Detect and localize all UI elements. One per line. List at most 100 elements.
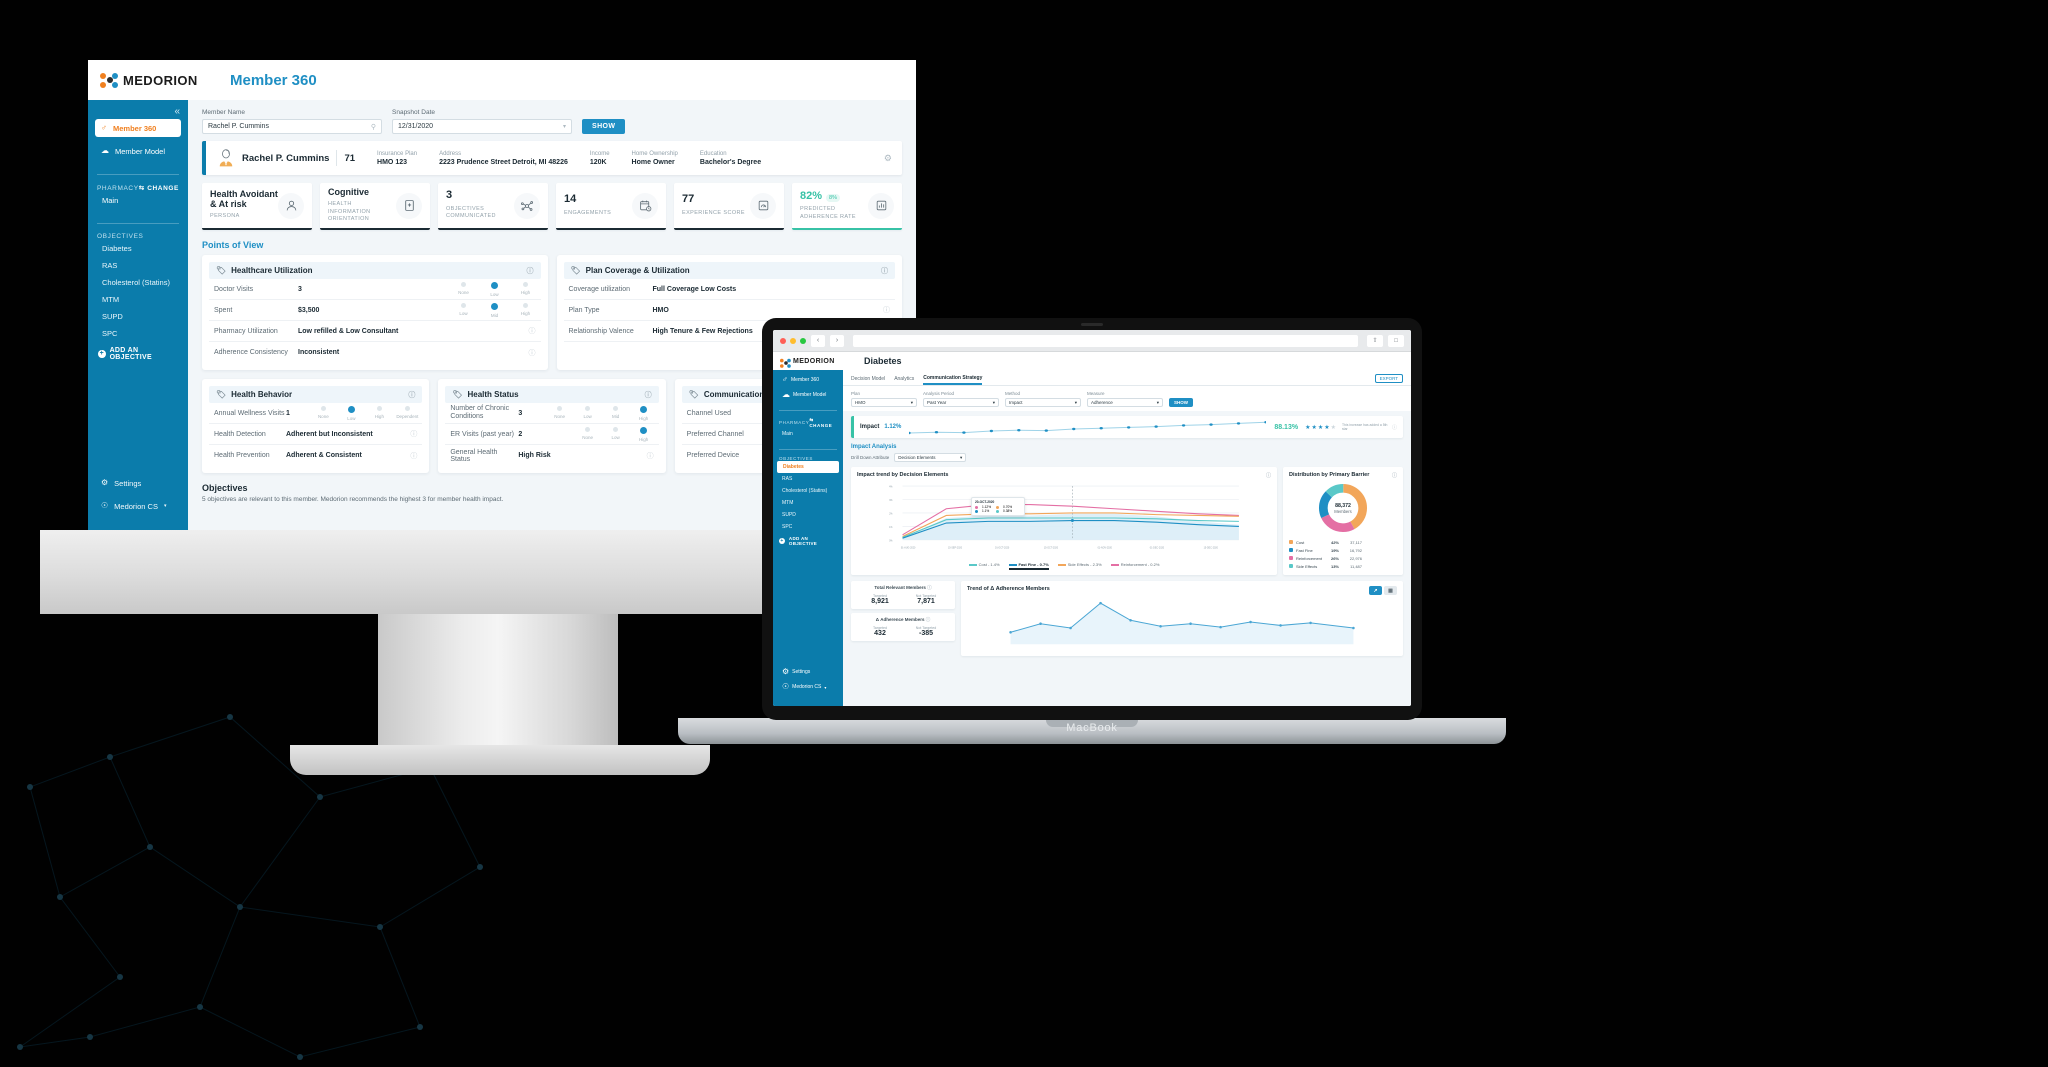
legend-item-fast-fine[interactable]: Fast Fine 19% 16,792 [1289,546,1397,554]
sidebar-objective-ras[interactable]: RAS [88,257,188,274]
kpi-value: 77 [682,193,695,206]
info-icon[interactable]: ⓘ [926,617,931,622]
sidebar-objective-diabetes[interactable]: Diabetes [777,461,839,473]
traffic-lights[interactable] [780,337,806,344]
card-title-label: Total Relevant Members [874,585,926,590]
sidebar-collapse-icon[interactable]: « [88,100,188,119]
kpi-engagements[interactable]: 14 ENGAGEMENTS [556,183,666,230]
card-header: 🏷 Health Behavior ⓘ [209,386,423,403]
info-icon[interactable]: ⓘ [529,326,536,336]
back-icon[interactable]: ‹ [811,334,825,347]
pharmacy-value[interactable]: Main [773,428,843,440]
legend-item-reinforcement[interactable]: Reinforcement 26% 22,976 [1289,554,1397,562]
sidebar-item-member-model[interactable]: ☁ Member Model [95,142,181,160]
pharmacy-change-button[interactable]: ⇆ CHANGE [809,417,837,428]
sidebar-objective-mtm[interactable]: MTM [773,497,843,509]
line-chart-icon[interactable]: ↗ [1369,586,1382,595]
view-toggle[interactable]: ↗ ▦ [1369,586,1397,595]
settings-gear-icon[interactable]: ⚙ [884,153,892,164]
kpi-cognitive[interactable]: Cognitive HEALTH INFORMATION ORIENTATION [320,183,430,230]
export-button[interactable]: EXPORT [1374,374,1403,383]
sidebar-objective-supd[interactable]: SUPD [88,308,188,325]
drilldown-label: Drill Down Attribute [851,455,890,460]
medorion-logo[interactable]: MEDORION [88,72,200,88]
legend-item-cost[interactable]: Cost - 1.4% [968,562,1000,570]
share-icon[interactable]: ⇧ [1367,334,1383,347]
info-icon[interactable]: ⓘ [883,305,890,315]
sidebar-item-member-360[interactable]: ♂ Member 360 [778,374,838,386]
sidebar-item-member-360[interactable]: ♂ Member 360 [95,119,181,137]
pharmacy-value[interactable]: Main [88,192,188,209]
info-icon[interactable]: ⓘ [529,348,536,358]
snapshot-date-select[interactable]: 12/31/2020 ▾ [392,119,572,134]
sidebar-item-medorion-cs[interactable]: ☉ Medorion CS ▾ [778,681,838,693]
sidebar-item-medorion-cs[interactable]: ☉ Medorion CS ▾ [95,497,181,515]
card-total-relevant-members: Total Relevant Members ⓘ Targeted 8,921 [851,581,955,609]
info-icon[interactable]: ⓘ [1392,472,1397,479]
add-objective-button[interactable]: + ADD AN OBJECTIVE [88,342,188,365]
kpi-persona[interactable]: Health Avoidant & At risk PERSONA [202,183,312,230]
info-icon[interactable]: ⓘ [410,429,417,439]
info-icon[interactable]: ⓘ [410,451,417,461]
tab-decision-model[interactable]: Decision Model [851,376,885,384]
info-icon[interactable]: ⓘ [527,266,534,276]
kpi-experience-score[interactable]: 77 EXPERIENCE SCORE [674,183,784,230]
forward-icon[interactable]: › [830,334,844,347]
sidebar-item-member-model[interactable]: ☁ Member Model [778,389,838,401]
measure-select[interactable]: Adherence ▾ [1087,398,1163,407]
card-health-behavior: 🏷 Health Behavior ⓘ Annual Wellness Visi… [202,379,430,473]
sidebar-objective-ras[interactable]: RAS [773,473,843,485]
info-icon[interactable]: ⓘ [1266,472,1271,479]
pharmacy-change-button[interactable]: ⇆ CHANGE [139,184,179,192]
gear-icon: ⚙ [782,667,790,676]
legend-item-side-effects[interactable]: Side Effects 13% 11,487 [1289,562,1397,570]
sidebar-objective-diabetes[interactable]: Diabetes [88,240,188,257]
sidebar-objective-cholesterol[interactable]: Cholesterol (Statins) [88,274,188,291]
kpi-predicted-adherence[interactable]: 82% 8% PREDICTED ADHERENCE RATE [792,183,902,230]
sidebar-item-settings[interactable]: ⚙ Settings [95,474,181,492]
legend-pct: 19% [1330,547,1339,553]
scale-widget[interactable]: None Low High [578,426,654,442]
scale-widget[interactable]: None Low High Dependent [313,405,418,421]
sidebar-objective-mtm[interactable]: MTM [88,291,188,308]
analysis-period-select[interactable]: Past Year ▾ [923,398,999,407]
info-icon[interactable]: ⓘ [881,266,888,276]
sidebar-objective-spc[interactable]: SPC [88,325,188,342]
tag-icon: 🏷 [688,390,699,399]
legend-item-side-effects[interactable]: Side Effects - 2.3% [1057,562,1102,570]
row-label: General Health Status [450,448,498,463]
svg-text:15-SEP-2020: 15-SEP-2020 [948,547,963,549]
legend-item-reinforcement[interactable]: Reinforcement - 0.2% [1110,562,1159,570]
scale-widget[interactable]: Low Mid High [454,302,536,318]
add-objective-button[interactable]: + ADD AN OBJECTIVE [773,533,843,549]
field-value: Home Owner [631,158,675,166]
medorion-logo[interactable]: MEDORION [780,357,844,368]
kpi-objectives-communicated[interactable]: 3 OBJECTIVES COMMUNICATED [438,183,548,230]
method-select[interactable]: Impact ▾ [1005,398,1081,407]
drilldown-select[interactable]: Decision Elements ▾ [894,453,967,462]
sidebar-objective-cholesterol[interactable]: Cholesterol (Statins) [773,485,843,497]
show-button[interactable]: SHOW [582,119,626,134]
url-bar[interactable] [853,334,1358,347]
info-icon[interactable]: ⓘ [1392,424,1397,431]
info-icon[interactable]: ⓘ [645,390,652,400]
plan-select[interactable]: HMO ▾ [851,398,917,407]
show-button[interactable]: SHOW [1169,398,1193,407]
scale-widget[interactable]: None Low High [454,281,536,297]
sidebar-objective-supd[interactable]: SUPD [773,509,843,521]
tab-analytics[interactable]: Analytics [894,376,914,384]
divider [336,150,338,166]
info-icon[interactable]: ⓘ [647,451,654,461]
info-icon[interactable]: ⓘ [408,390,415,400]
scale-widget[interactable]: None Low Mid High [550,405,654,421]
legend-item-fast-fine[interactable]: Fast Fine - 0.7% [1008,562,1049,570]
tab-communication-strategy[interactable]: Communication Strategy [923,375,983,385]
info-icon[interactable]: ⓘ [927,585,932,590]
sidebar-item-settings[interactable]: ⚙ Settings [778,666,838,678]
member-name-input[interactable]: Rachel P. Cummins ⚲ [202,119,382,134]
tabs-icon[interactable]: □ [1388,334,1404,347]
legend-item-cost[interactable]: Cost 42% 37,117 [1289,538,1397,546]
sidebar-objective-spc[interactable]: SPC [773,521,843,533]
table-icon[interactable]: ▦ [1384,586,1397,595]
card-header: 🏷 Healthcare Utilization ⓘ [209,262,541,279]
